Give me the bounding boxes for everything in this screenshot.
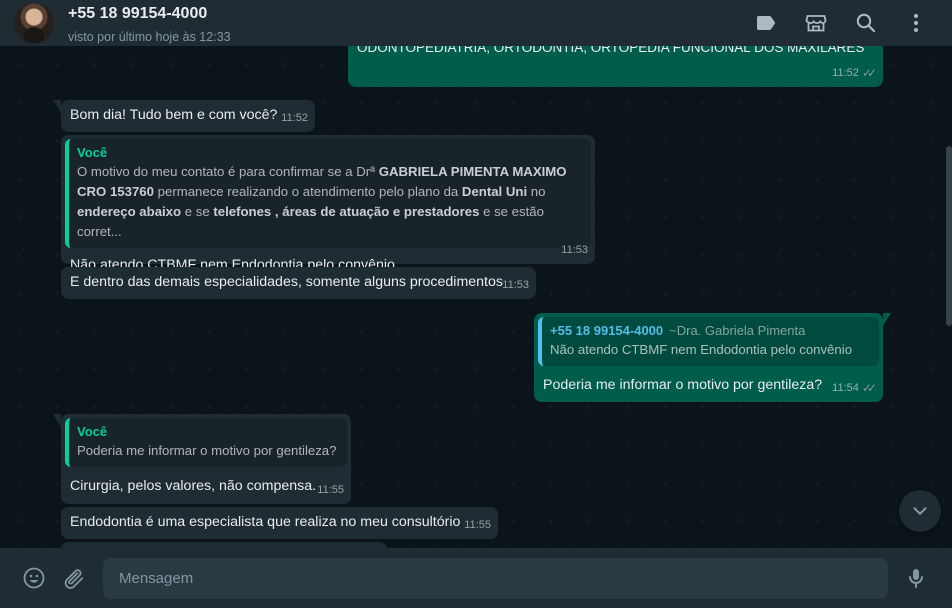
message-input[interactable] (103, 558, 888, 599)
message-text: Bom dia! Tudo bem e com você? (70, 107, 278, 123)
message-outgoing-reply[interactable]: +55 18 99154-4000 ~Dra. Gabriela Pimenta … (534, 313, 891, 402)
quoted-text: Poderia me informar o motivo por gentile… (77, 443, 337, 458)
message-text: ODONTOPEDIATRIA, ORTODONTIA, ORTOPEDIA F… (357, 46, 865, 55)
message-text: Poderia me informar o motivo por gentile… (543, 377, 823, 393)
message-time: 11:52 (281, 112, 308, 124)
menu-icon[interactable] (904, 11, 928, 35)
emoji-icon[interactable] (22, 566, 46, 590)
message-time: 11:52 ✓✓ (832, 64, 877, 83)
quoted-text: Não atendo CTBMF nem Endodontia pelo con… (550, 342, 853, 357)
message-time: 11:53 (561, 244, 588, 256)
message-outgoing[interactable]: ODONTOPEDIATRIA, ORTODONTIA, ORTOPEDIA F… (348, 46, 883, 87)
message-incoming-reply[interactable]: Você O motivo do meu contato é para conf… (61, 135, 595, 273)
contact-last-seen: visto por último hoje às 12:33 (68, 30, 231, 44)
message-time: 11:55 (317, 484, 344, 496)
microphone-icon[interactable] (904, 566, 928, 590)
chat-header: +55 18 99154-4000 visto por último hoje … (0, 0, 952, 46)
quoted-message[interactable]: Você Poderia me informar o motivo por ge… (65, 418, 347, 467)
contact-avatar[interactable] (14, 3, 54, 43)
read-receipt-icon: ✓✓ (861, 381, 877, 395)
quoted-author: +55 18 99154-4000 ~Dra. Gabriela Pimenta (550, 323, 806, 338)
read-receipt-icon: ✓✓ (861, 66, 877, 80)
message-time: 11:54 ✓✓ (832, 379, 877, 398)
quoted-message[interactable]: Você O motivo do meu contato é para conf… (65, 139, 591, 248)
label-icon[interactable] (754, 11, 778, 35)
contact-info[interactable]: +55 18 99154-4000 visto por último hoje … (68, 5, 231, 45)
message-incoming[interactable]: E dentro das demais especialidades, some… (61, 267, 536, 299)
message-text: Cirurgia, pelos valores, não compensa. (70, 478, 317, 494)
message-time: 11:53 (502, 279, 529, 291)
chevron-down-icon (913, 507, 927, 515)
quoted-message[interactable]: +55 18 99154-4000 ~Dra. Gabriela Pimenta … (538, 317, 879, 366)
scrollbar[interactable] (946, 146, 952, 326)
store-icon[interactable] (804, 11, 828, 35)
message-incoming[interactable]: Bom dia! Tudo bem e com você? 11:52 (53, 100, 315, 132)
quoted-author: Você (77, 424, 108, 439)
compose-bar (0, 548, 952, 608)
attach-icon[interactable] (63, 566, 87, 590)
message-time: 11:55 (464, 519, 491, 531)
quoted-text: O motivo do meu contato é para confirmar… (77, 164, 567, 239)
quoted-author: Você (77, 145, 108, 160)
message-text: Endodontia é uma especialista que realiz… (70, 514, 461, 530)
search-icon[interactable] (854, 11, 878, 35)
message-text: E dentro das demais especialidades, some… (70, 274, 503, 290)
message-incoming[interactable]: Endodontia é uma especialista que realiz… (61, 507, 498, 539)
message-incoming-reply[interactable]: Você Poderia me informar o motivo por ge… (53, 414, 351, 504)
conversation-panel[interactable]: ODONTOPEDIATRIA, ORTODONTIA, ORTOPEDIA F… (0, 46, 952, 548)
quoted-author-alias: ~Dra. Gabriela Pimenta (669, 323, 806, 338)
contact-name[interactable]: +55 18 99154-4000 (68, 5, 231, 23)
scroll-to-bottom-button[interactable] (899, 490, 941, 532)
